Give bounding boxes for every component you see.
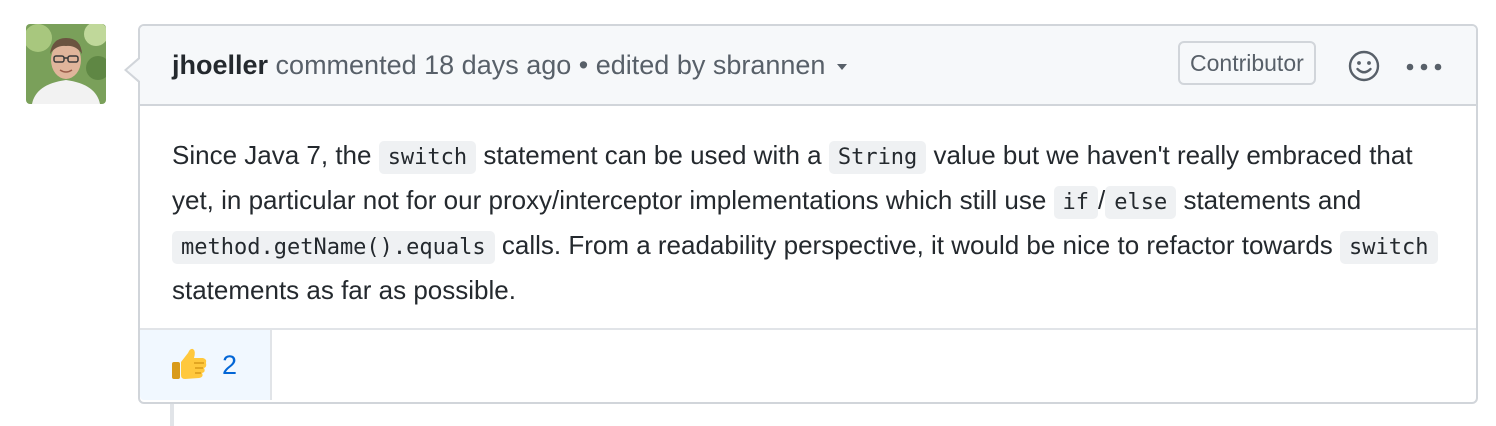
meta-separator: • (578, 50, 589, 80)
comment-arrow-inner (127, 58, 141, 82)
body-text: calls. From a readability perspective, i… (494, 230, 1341, 260)
inline-code: switch (1340, 231, 1438, 264)
kebab-horizontal-icon[interactable] (1406, 60, 1442, 78)
inline-code: else (1105, 186, 1177, 219)
contributor-badge: Contributor (1178, 41, 1316, 85)
edited-by-dropdown[interactable]: edited by sbrannen (596, 50, 848, 80)
comment-header: jhoeller commented 18 days ago • edited … (140, 26, 1476, 106)
reaction-count: 2 (222, 350, 238, 380)
avatar[interactable] (26, 24, 106, 104)
body-text: Since Java 7, the (172, 140, 379, 170)
editor-name: sbrannen (712, 50, 826, 80)
timeline-line (170, 404, 174, 426)
inline-code: if (1053, 186, 1098, 219)
reactions-bar: 2 (140, 328, 1476, 402)
body-text: statements as far as possible. (172, 275, 516, 305)
caret-down-icon (837, 63, 848, 70)
comment-box: jhoeller commented 18 days ago • edited … (124, 24, 1478, 404)
thumbs-up-reaction-button[interactable]: 2 (140, 330, 272, 400)
author-link[interactable]: jhoeller (172, 50, 268, 80)
comment-action: commented (275, 50, 417, 80)
comment-meta: jhoeller commented 18 days ago • edited … (172, 48, 848, 82)
body-text: statements and (1176, 185, 1362, 215)
body-text: statement can be used with a (476, 140, 829, 170)
thumbs-up-icon (170, 345, 208, 388)
comment-timestamp[interactable]: 18 days ago (424, 50, 571, 80)
edited-by-prefix: edited by (595, 50, 706, 80)
comment-body: Since Java 7, the switch statement can b… (172, 134, 1442, 311)
smiley-icon[interactable] (1348, 50, 1380, 87)
inline-code: switch (378, 141, 477, 174)
inline-code: String (828, 141, 927, 174)
inline-code: method.getName().equals (172, 231, 495, 264)
